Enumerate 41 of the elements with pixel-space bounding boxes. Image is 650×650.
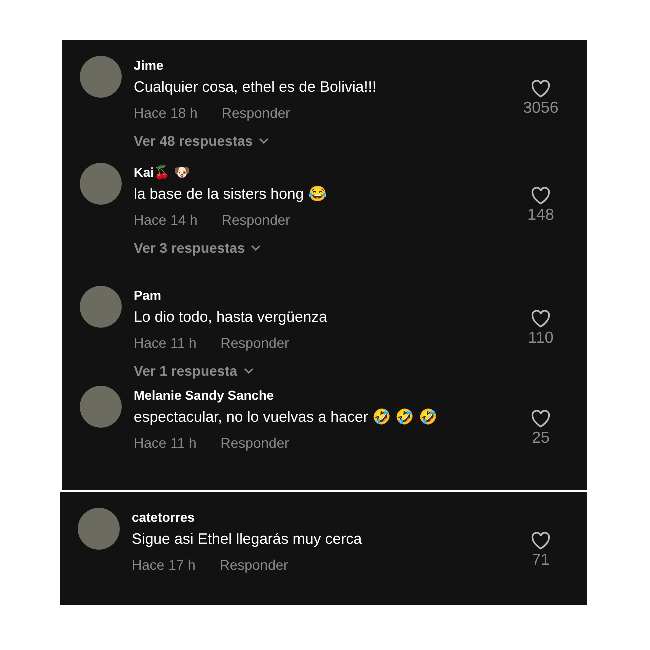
comment-text: la base de la sisters hong 😂 — [134, 185, 328, 205]
comment-time: Hace 17 h — [132, 556, 196, 575]
comment-time: Hace 14 h — [134, 211, 198, 230]
username[interactable]: Melanie Sandy Sanche — [134, 386, 519, 406]
comment-text: Lo dio todo, hasta vergüenza — [134, 308, 328, 328]
chevron-down-icon — [244, 368, 254, 374]
view-replies-button[interactable]: Ver 3 respuestas — [134, 236, 262, 260]
username[interactable]: catetorres — [132, 508, 519, 528]
reply-button[interactable]: Responder — [220, 553, 288, 577]
view-replies-button[interactable]: Ver 48 respuestas — [134, 129, 270, 153]
avatar[interactable] — [80, 163, 122, 205]
comment-text: espectacular, no lo vuelvas a hacer 🤣 🤣 🤣 — [134, 408, 439, 428]
avatar[interactable] — [78, 508, 120, 550]
heart-icon[interactable] — [531, 310, 551, 328]
like-count: 148 — [528, 206, 554, 226]
avatar[interactable] — [80, 386, 122, 428]
chevron-down-icon — [259, 138, 270, 144]
like-count: 3056 — [523, 99, 559, 119]
like-count: 71 — [532, 551, 550, 571]
avatar[interactable] — [80, 286, 122, 328]
username[interactable]: Kai🍒 🐶 — [134, 163, 519, 183]
reply-button[interactable]: Responder — [220, 331, 290, 355]
heart-icon[interactable] — [531, 532, 551, 550]
comment-time: Hace 11 h — [134, 334, 197, 353]
view-replies-button[interactable]: Ver 1 respuesta — [134, 359, 254, 383]
avatar[interactable] — [80, 56, 122, 98]
like-count: 110 — [528, 329, 554, 349]
comment-text: Sigue asi Ethel llegarás muy cerca — [132, 530, 364, 550]
username[interactable]: Pam — [134, 286, 519, 306]
comment-time: Hace 11 h — [134, 434, 197, 454]
reply-button[interactable]: Responder — [222, 101, 290, 125]
heart-icon[interactable] — [531, 80, 551, 98]
heart-icon[interactable] — [531, 187, 551, 205]
reply-button[interactable]: Responder — [222, 208, 290, 232]
username[interactable]: Jime — [134, 56, 519, 76]
comment-time: Hace 18 h — [134, 104, 198, 123]
reply-button[interactable]: Responder — [220, 431, 290, 456]
comment-text: Cualquier cosa, ethel es de Bolivia!!! — [134, 78, 378, 98]
heart-icon[interactable] — [531, 410, 551, 428]
like-count: 25 — [532, 429, 550, 450]
chevron-down-icon — [251, 245, 262, 251]
